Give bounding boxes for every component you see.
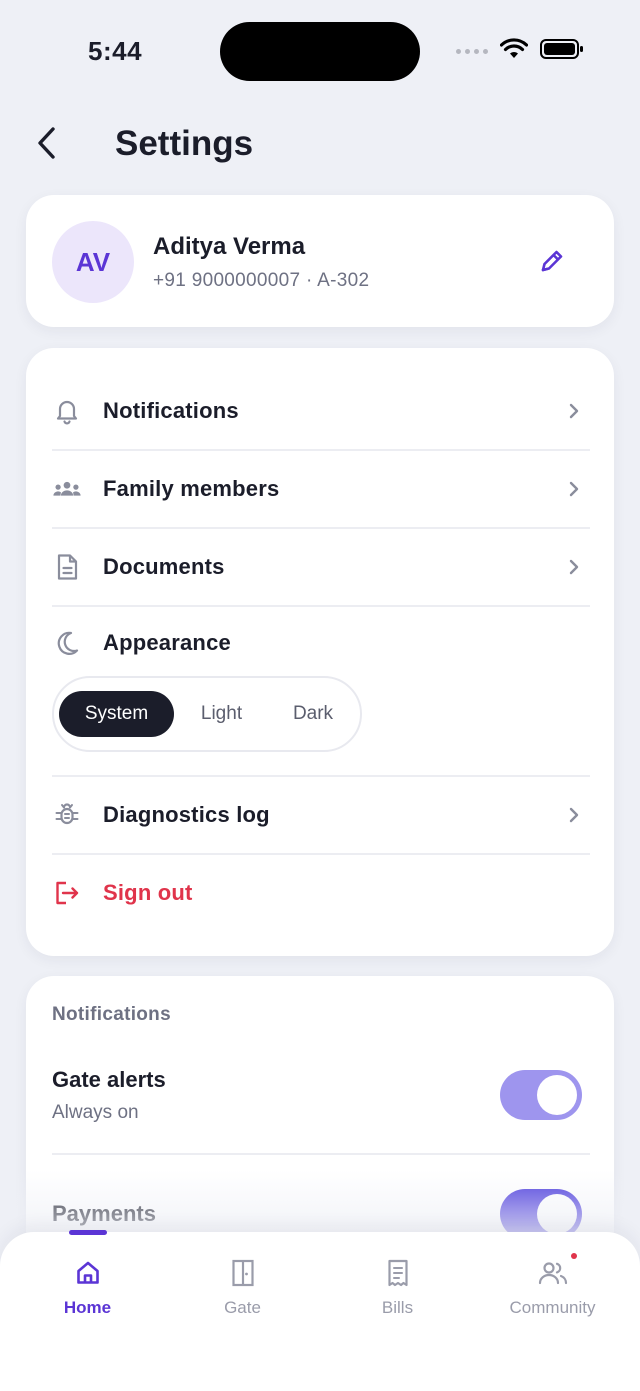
appearance-label: Appearance [103, 630, 231, 655]
gate-alerts-title: Gate alerts [52, 1067, 166, 1092]
toggle-knob [537, 1075, 577, 1115]
moon-icon [52, 628, 82, 658]
page-title: Settings [115, 124, 254, 163]
appearance-row: Appearance [52, 604, 588, 682]
menu-item-label: Diagnostics log [103, 802, 270, 827]
tab-label: Gate [224, 1298, 261, 1317]
gate-alerts-subtitle: Always on [52, 1102, 139, 1123]
menu-item-diagnostics-log[interactable]: Diagnostics log [52, 776, 588, 854]
bottom-tab-bar: Home Gate Bills Community [0, 1230, 640, 1391]
group-icon [52, 474, 82, 504]
pencil-icon [538, 247, 566, 280]
receipt-icon [382, 1256, 414, 1290]
appearance-segmented-control: System Light Dark [52, 676, 362, 752]
back-button[interactable] [26, 120, 66, 170]
menu-item-label: Documents [103, 554, 225, 579]
edit-profile-button[interactable] [530, 241, 574, 285]
appearance-option-system[interactable]: System [59, 691, 174, 737]
menu-item-documents[interactable]: Documents [52, 528, 588, 606]
sign-out-button[interactable]: Sign out [52, 854, 588, 932]
tab-community[interactable]: Community [475, 1232, 630, 1342]
signal-dots-icon [456, 49, 488, 54]
tab-gate[interactable]: Gate [165, 1232, 320, 1342]
bug-icon [52, 800, 82, 830]
gate-alerts-toggle[interactable] [500, 1070, 582, 1120]
tab-home[interactable]: Home [10, 1230, 165, 1342]
tab-label: Community [509, 1298, 596, 1317]
tab-label: Bills [381, 1298, 414, 1317]
chevron-left-icon [35, 126, 57, 165]
tab-bills[interactable]: Bills [320, 1232, 475, 1342]
payments-title: Payments [52, 1201, 156, 1226]
chevron-right-icon [564, 557, 584, 577]
document-icon [52, 552, 82, 582]
menu-item-label: Family members [103, 476, 280, 501]
profile-card[interactable]: AV Aditya Verma +91 9000000007 · A-302 [26, 195, 614, 327]
active-tab-indicator [68, 1230, 107, 1235]
appearance-option-dark[interactable]: Dark [269, 691, 357, 737]
status-time: 5:44 [88, 36, 143, 66]
profile-name: Aditya Verma [153, 233, 306, 260]
notification-badge [570, 1253, 577, 1259]
avatar: AV [52, 221, 134, 303]
status-bar: 5:44 [0, 0, 640, 100]
dynamic-island [220, 22, 420, 81]
tab-label: Home [63, 1298, 112, 1317]
status-indicators [456, 38, 584, 65]
chevron-right-icon [564, 401, 584, 421]
logout-icon [52, 878, 82, 908]
toggle-knob [537, 1194, 577, 1234]
door-icon [227, 1256, 259, 1290]
bell-icon [52, 396, 82, 426]
chevron-right-icon [564, 805, 584, 825]
menu-item-notifications[interactable]: Notifications [52, 372, 588, 450]
profile-phone-flat: +91 9000000007 · A-302 [153, 270, 370, 291]
section-title: Notifications [52, 1004, 171, 1025]
divider [52, 1153, 590, 1155]
chevron-right-icon [564, 479, 584, 499]
menu-item-label: Notifications [103, 398, 239, 423]
people-icon [537, 1253, 577, 1290]
home-icon [72, 1256, 104, 1290]
wifi-icon [499, 38, 529, 65]
page-header: Settings [0, 118, 640, 172]
menu-item-family-members[interactable]: Family members [52, 450, 588, 528]
settings-menu-card: Notifications Family members Documents A… [26, 348, 614, 956]
appearance-option-light[interactable]: Light [174, 691, 269, 737]
battery-icon [540, 38, 584, 65]
sign-out-label: Sign out [103, 880, 193, 905]
